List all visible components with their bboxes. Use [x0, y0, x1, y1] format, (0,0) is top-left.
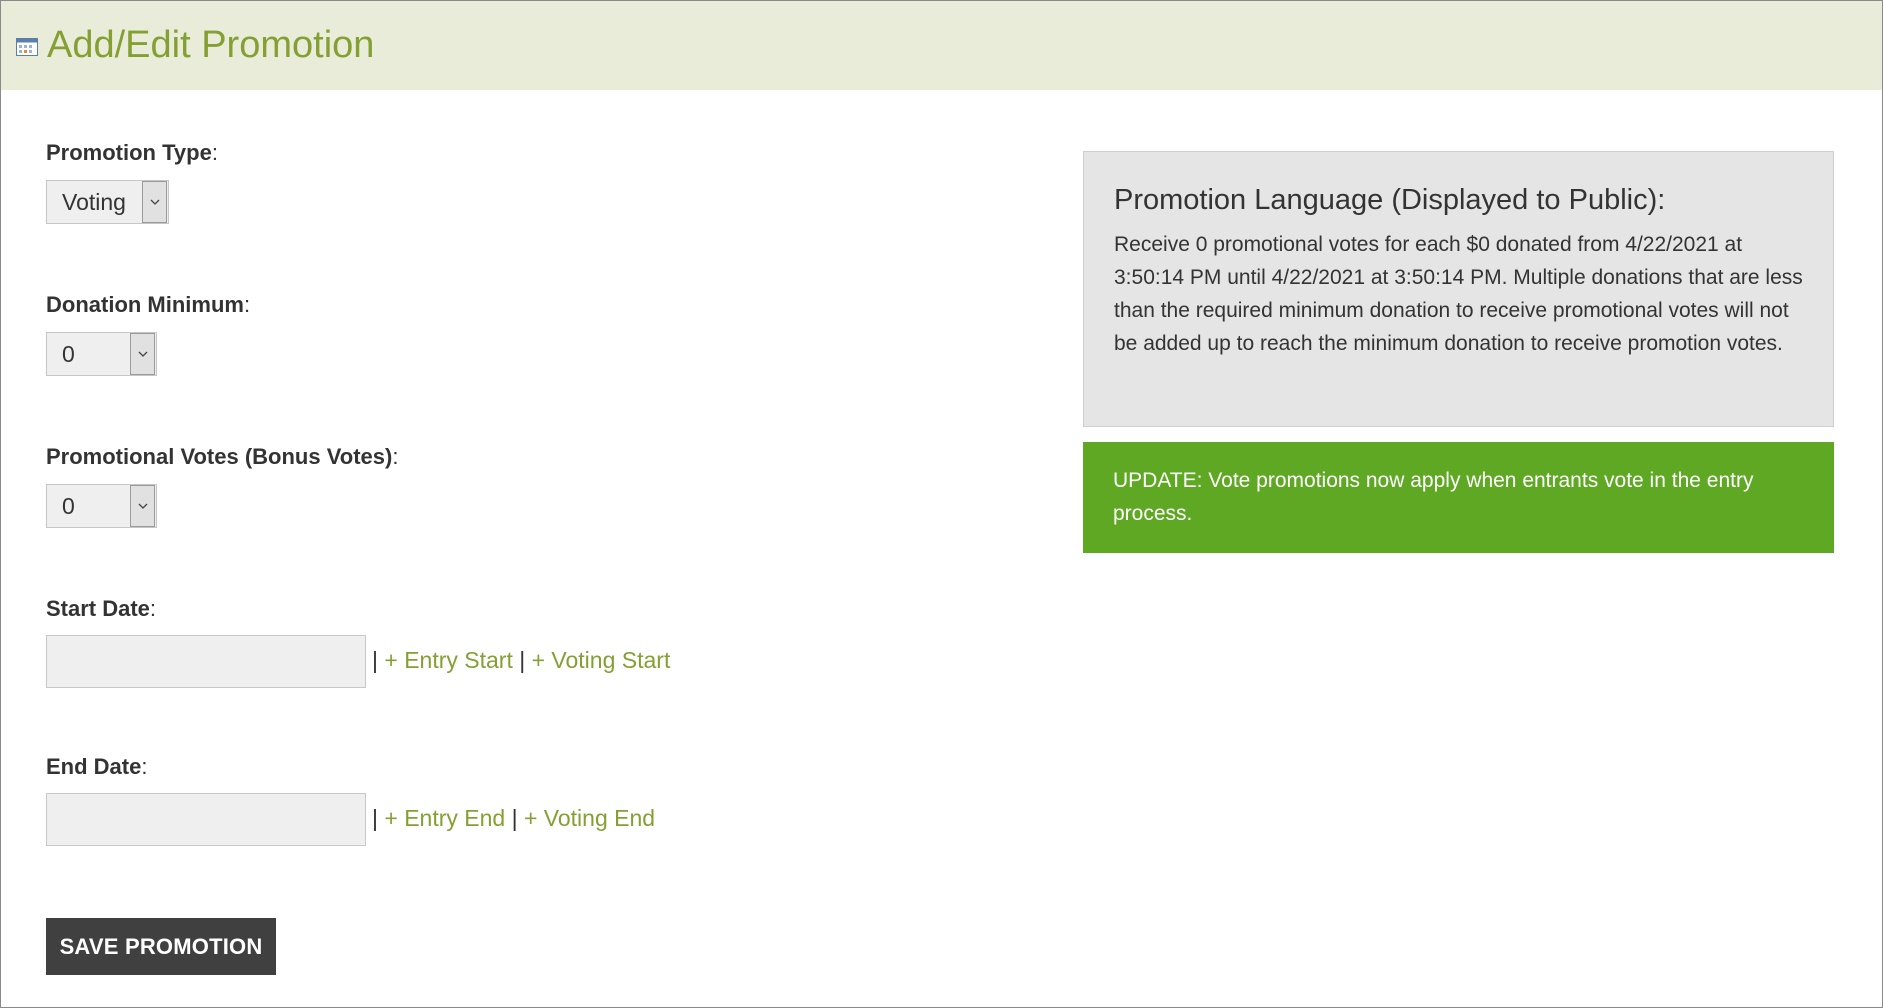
page-header: Add/Edit Promotion [1, 1, 1882, 90]
promotion-language-text: Receive 0 promotional votes for each $0 … [1114, 233, 1803, 355]
entry-end-link[interactable]: + Entry End [384, 805, 505, 831]
page-frame: Add/Edit Promotion Promotion Type: Votin… [0, 0, 1883, 1008]
update-notice-text: UPDATE: Vote promotions now apply when e… [1113, 469, 1754, 525]
page-title: Add/Edit Promotion [47, 24, 375, 66]
label-colon: : [141, 754, 148, 779]
donation-minimum-select[interactable]: 0 [46, 332, 157, 376]
donation-minimum-value: 0 [62, 340, 75, 367]
end-date-links: | + Entry End | + Voting End [372, 805, 655, 832]
label-colon: : [392, 444, 399, 469]
calendar-icon [16, 38, 38, 56]
link-separator: | [511, 805, 518, 831]
promotional-votes-label: Promotional Votes (Bonus Votes): [46, 444, 398, 470]
end-date-label: End Date: [46, 754, 147, 780]
promotional-votes-select[interactable]: 0 [46, 484, 157, 528]
promotion-type-select[interactable]: Voting [46, 180, 169, 224]
end-date-input[interactable] [46, 793, 366, 846]
chevron-down-icon[interactable] [142, 181, 167, 223]
promotion-type-value: Voting [62, 188, 126, 215]
start-date-label-text: Start Date [46, 596, 150, 621]
save-promotion-button[interactable]: SAVE PROMOTION [46, 918, 276, 975]
voting-end-link[interactable]: + Voting End [524, 805, 655, 831]
chevron-down-icon[interactable] [130, 333, 155, 375]
promotional-votes-label-text: Promotional Votes (Bonus Votes) [46, 444, 393, 469]
label-colon: : [149, 596, 157, 621]
promotion-language-title: Promotion Language (Displayed to Public)… [1114, 184, 1666, 216]
label-colon: : [243, 292, 251, 317]
donation-minimum-label: Donation Minimum: [46, 292, 250, 318]
start-date-input[interactable] [46, 635, 366, 688]
label-colon: : [211, 140, 218, 165]
link-separator: | [519, 647, 526, 673]
donation-minimum-label-text: Donation Minimum [46, 292, 244, 317]
end-date-label-text: End Date [46, 754, 142, 779]
promotion-type-label-text: Promotion Type [46, 140, 212, 165]
promotion-type-label: Promotion Type: [46, 140, 218, 166]
promotion-language-panel: Promotion Language (Displayed to Public)… [1083, 151, 1834, 427]
link-separator: | [372, 647, 378, 673]
promotional-votes-value: 0 [62, 492, 75, 519]
link-separator: | [372, 805, 378, 831]
chevron-down-icon[interactable] [130, 485, 155, 527]
start-date-links: | + Entry Start | + Voting Start [372, 647, 670, 674]
update-notice: UPDATE: Vote promotions now apply when e… [1083, 442, 1834, 553]
entry-start-link[interactable]: + Entry Start [384, 647, 512, 673]
start-date-label: Start Date: [46, 596, 156, 622]
voting-start-link[interactable]: + Voting Start [532, 647, 671, 673]
